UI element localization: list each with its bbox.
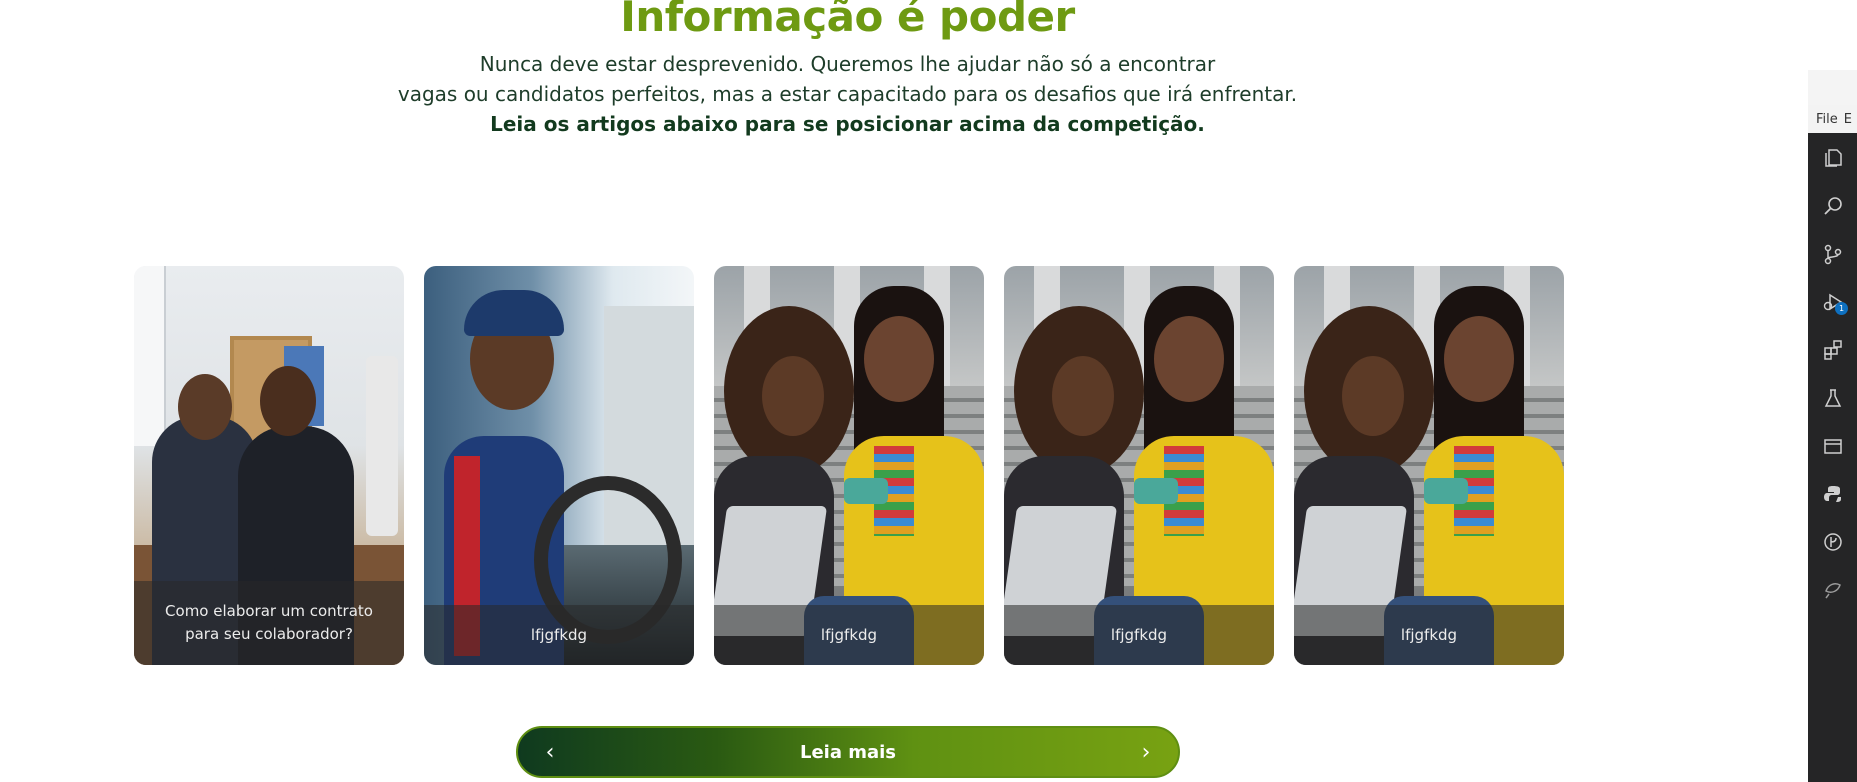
remote-explorer-icon[interactable]	[1818, 431, 1848, 461]
python-icon[interactable]	[1818, 479, 1848, 509]
read-more-button[interactable]: Leia mais	[518, 728, 1178, 776]
search-icon[interactable]	[1818, 191, 1848, 221]
activity-bar: 1	[1808, 133, 1857, 782]
carousel-next-button[interactable]: ›	[1124, 728, 1168, 776]
source-control-icon[interactable]	[1818, 239, 1848, 269]
article-card[interactable]: lfjgfkdg	[424, 266, 694, 665]
debug-badge: 1	[1835, 302, 1848, 315]
testing-icon[interactable]	[1818, 383, 1848, 413]
section-headline: Informação é poder	[620, 0, 1075, 41]
article-caption: lfjgfkdg	[424, 605, 694, 665]
docker-icon[interactable]	[1818, 575, 1848, 605]
run-debug-icon[interactable]: 1	[1818, 287, 1848, 317]
article-card[interactable]: Como elaborar um contrato para seu colab…	[134, 266, 404, 665]
chevron-right-icon: ›	[1141, 739, 1151, 765]
article-caption: lfjgfkdg	[714, 605, 984, 665]
article-card[interactable]: lfjgfkdg	[1004, 266, 1274, 665]
article-card[interactable]: lfjgfkdg	[1294, 266, 1564, 665]
intro-text-line-1: Nunca deve estar desprevenido. Queremos …	[479, 52, 1216, 76]
editor-title-bar	[1808, 70, 1857, 106]
intro-text-line-2: vagas ou candidatos perfeitos, mas a est…	[397, 82, 1298, 106]
gitlens-icon[interactable]	[1818, 527, 1848, 557]
intro-text-cta: Leia os artigos abaixo para se posiciona…	[490, 112, 1205, 136]
editor-menu-bar: File E	[1808, 105, 1857, 133]
article-caption: lfjgfkdg	[1294, 605, 1564, 665]
menu-file[interactable]: File	[1808, 112, 1838, 127]
editor-window-edge: File E 1	[1808, 0, 1857, 782]
article-caption: lfjgfkdg	[1004, 605, 1274, 665]
extensions-icon[interactable]	[1818, 335, 1848, 365]
explorer-icon[interactable]	[1818, 143, 1848, 173]
menu-edit-partial[interactable]: E	[1838, 112, 1852, 127]
carousel-nav-bar: ‹ Leia mais ›	[516, 726, 1180, 778]
article-caption: Como elaborar um contrato para seu colab…	[134, 581, 404, 665]
article-card[interactable]: lfjgfkdg	[714, 266, 984, 665]
